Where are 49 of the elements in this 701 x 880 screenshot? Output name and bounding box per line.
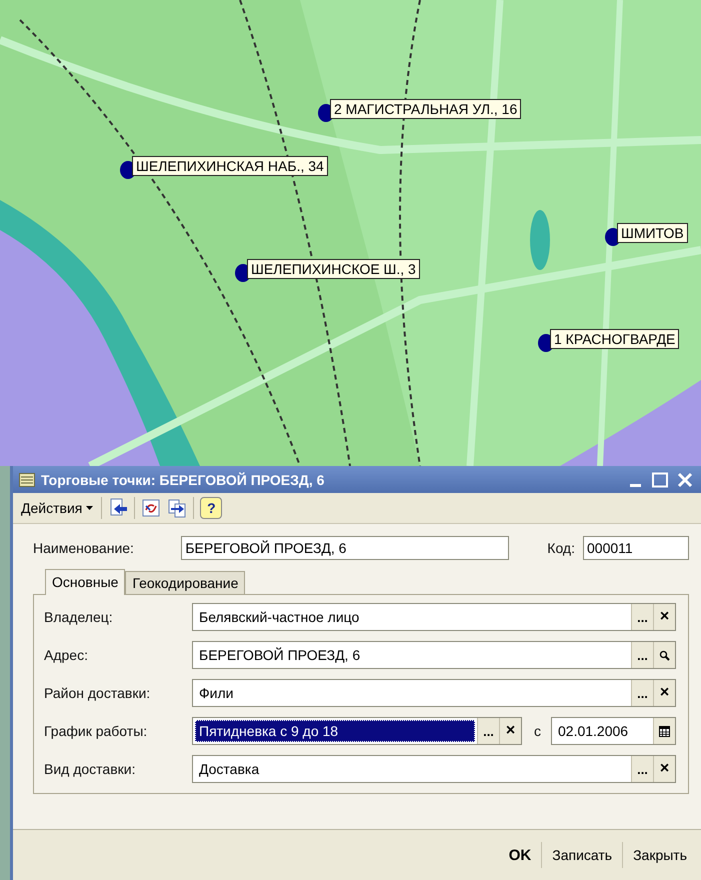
search-icon [659, 650, 670, 660]
maximize-icon[interactable] [651, 472, 669, 488]
help-button[interactable]: ? [200, 497, 222, 519]
tab[interactable]: Основные [45, 569, 126, 595]
code-field[interactable]: 000011 [583, 536, 689, 560]
back-arrow-icon[interactable] [108, 498, 128, 518]
clear-button[interactable]: × [653, 604, 675, 630]
field-label: Наименование: [33, 540, 135, 556]
field-label: Владелец: [44, 609, 114, 625]
search-button[interactable] [653, 642, 675, 668]
map-label[interactable]: ШЕЛЕПИХИНСКАЯ НАБ., 34 [132, 156, 328, 176]
date-field[interactable]: 02.01.2006 [551, 717, 676, 745]
map-label[interactable]: ШЕЛЕПИХИНСКОЕ Ш., 3 [247, 259, 420, 279]
window-title: Торговые точки: БЕРЕГОВОЙ ПРОЕЗД, 6 [41, 472, 326, 488]
field-label: График работы: [44, 723, 148, 739]
field-label: Код: [547, 540, 575, 556]
choose-button[interactable]: ... [631, 642, 653, 668]
select-field[interactable]: Доставка ... × [192, 755, 676, 783]
dialog-button[interactable]: OK [498, 842, 542, 868]
field-label: Адрес: [44, 647, 89, 663]
choose-button[interactable]: ... [631, 604, 653, 630]
date-prefix: с [534, 723, 541, 739]
map-label[interactable]: 2 МАГИСТРАЛЬНАЯ УЛ., 16 [330, 99, 522, 119]
name-field[interactable]: БЕРЕГОВОЙ ПРОЕЗД, 6 [181, 536, 510, 560]
select-field[interactable]: Пятидневка с 9 до 18 ... × [192, 717, 522, 745]
field-label: Вид доставки: [44, 761, 136, 777]
table-icon [19, 472, 35, 486]
transfer-icon[interactable] [167, 498, 188, 518]
select-field[interactable]: Белявский-частное лицо ... × [192, 603, 676, 631]
map-label[interactable]: ШМИТОВ [617, 223, 688, 243]
select-field[interactable]: БЕРЕГОВОЙ ПРОЕЗД, 6 ... [192, 641, 676, 669]
refresh-icon[interactable] [141, 498, 162, 518]
choose-button[interactable]: ... [631, 680, 653, 706]
choose-button[interactable]: ... [631, 756, 653, 782]
close-icon[interactable] [677, 472, 693, 488]
calendar-button[interactable] [653, 718, 675, 744]
field-label: Район доставки: [44, 685, 152, 701]
clear-button[interactable]: × [653, 756, 675, 782]
actions-menu[interactable]: Действия [19, 498, 96, 518]
select-field[interactable]: Фили ... × [192, 679, 676, 707]
choose-button[interactable]: ... [477, 718, 499, 744]
dialog-button[interactable]: Закрыть [623, 843, 697, 867]
caret-icon [86, 506, 94, 510]
calendar-icon [659, 726, 670, 736]
map-label[interactable]: 1 КРАСНОГВАРДЕ [550, 329, 680, 349]
clear-button[interactable]: × [499, 718, 521, 744]
clear-button[interactable]: × [653, 680, 675, 706]
dialog-button[interactable]: Записать [542, 843, 622, 867]
tab[interactable]: Геокодирование [125, 571, 246, 594]
